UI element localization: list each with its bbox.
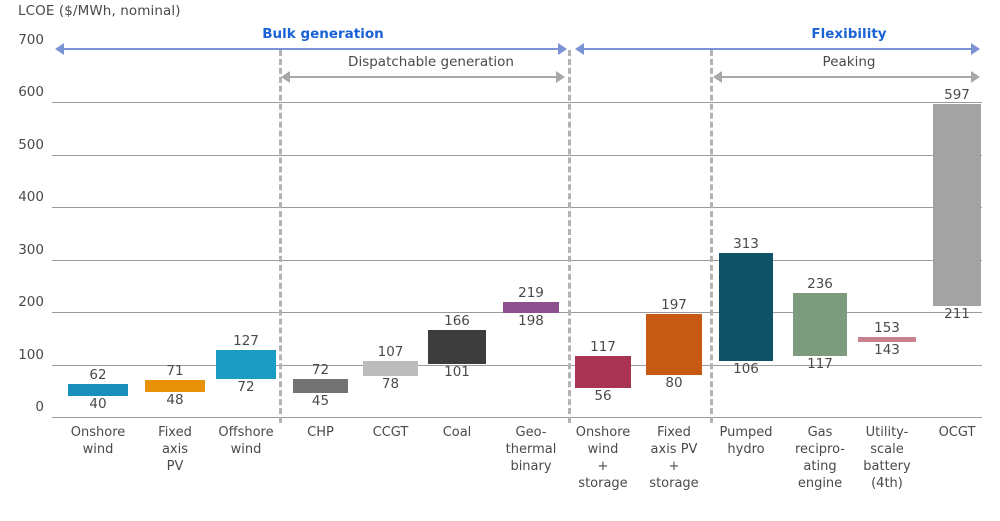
bar-geothermal-binary[interactable]: 219 198 bbox=[503, 285, 559, 329]
x-axis-label-onshore-wind: Onshore wind bbox=[70, 425, 126, 457]
x-axis-label-chp: CHP bbox=[307, 425, 334, 440]
bar-value-low: 45 bbox=[311, 393, 330, 410]
annotation-arrow-dispatchable-generation bbox=[281, 70, 565, 84]
arrow-head-right-icon bbox=[971, 43, 980, 55]
x-axis-label-geothermal-binary: Geo-thermal binary bbox=[505, 425, 557, 474]
y-axis-tick-400: 400 bbox=[18, 189, 44, 206]
y-axis-tick-300: 300 bbox=[18, 241, 44, 258]
x-axis-label-utility-scale-battery-4th: Utility-scale battery (4th) bbox=[863, 425, 911, 491]
x-axis-label-onshore-wind-storage: Onshore wind + storage bbox=[575, 425, 631, 491]
bar-value-low: 72 bbox=[237, 379, 255, 396]
arrow-head-right-icon bbox=[971, 71, 980, 83]
bar-offshore-wind[interactable]: 127 72 bbox=[216, 333, 276, 395]
annotation-arrow-peaking bbox=[713, 70, 980, 84]
x-axis-label-pumped-hydro: Pumped hydro bbox=[719, 425, 773, 457]
arrow-head-left-icon bbox=[713, 71, 722, 83]
bar-value-low: 56 bbox=[594, 387, 612, 404]
bar-value-high: 72 bbox=[311, 362, 330, 379]
bar-value-low: 211 bbox=[944, 306, 970, 323]
arrow-head-right-icon bbox=[556, 71, 565, 83]
bar-value-high: 117 bbox=[590, 338, 616, 355]
arrow-line bbox=[290, 76, 556, 78]
bar-onshore-wind-storage[interactable]: 117 56 bbox=[575, 339, 631, 404]
bar-value-low: 106 bbox=[733, 361, 759, 378]
bar-value-high: 313 bbox=[733, 235, 759, 252]
annotation-label-bulk-generation: Bulk generation bbox=[262, 26, 384, 42]
gridline-100 bbox=[52, 364, 982, 366]
y-axis-tick-200: 200 bbox=[18, 294, 44, 311]
bar-value-low: 198 bbox=[518, 313, 544, 330]
bar-value-high: 71 bbox=[166, 362, 184, 379]
y-axis-tick-600: 600 bbox=[18, 84, 44, 101]
annotation-arrow-flexibility bbox=[575, 42, 980, 56]
annotation-label-peaking: Peaking bbox=[822, 54, 876, 70]
gridline-400 bbox=[52, 207, 982, 209]
bar-value-high: 197 bbox=[661, 296, 687, 313]
bar-value-low: 40 bbox=[89, 396, 107, 413]
annotation-label-dispatchable-generation: Dispatchable generation bbox=[348, 54, 514, 70]
arrow-line bbox=[584, 48, 971, 50]
group-divider-1 bbox=[279, 50, 282, 423]
bar-value-high: 107 bbox=[377, 343, 404, 360]
bar-coal[interactable]: 166 101 bbox=[428, 313, 486, 380]
y-axis-tick-0: 0 bbox=[35, 399, 44, 415]
gridline-600 bbox=[52, 102, 982, 104]
bar-ccgt[interactable]: 107 78 bbox=[363, 344, 418, 392]
bar-value-high: 219 bbox=[518, 285, 544, 302]
bar-chp[interactable]: 72 45 bbox=[293, 362, 348, 409]
bar-value-low: 48 bbox=[166, 391, 184, 408]
y-axis-tick-100: 100 bbox=[18, 346, 44, 363]
group-divider-2 bbox=[568, 50, 571, 423]
bar-utility-scale-battery-4th[interactable]: 153 143 bbox=[858, 320, 916, 358]
x-axis-label-coal: Coal bbox=[442, 425, 472, 440]
gridline-0 bbox=[52, 417, 982, 418]
bar-value-low: 78 bbox=[381, 376, 400, 393]
bar-value-high: 153 bbox=[874, 319, 900, 336]
arrow-head-left-icon bbox=[55, 43, 64, 55]
bar-value-high: 127 bbox=[233, 333, 259, 350]
arrow-line bbox=[722, 76, 971, 78]
x-axis-label-fixed-axis-pv-storage: Fixed axis PV + storage bbox=[649, 425, 699, 491]
group-divider-3 bbox=[710, 50, 713, 423]
arrow-line bbox=[64, 48, 558, 50]
y-axis-tick-500: 500 bbox=[18, 136, 44, 153]
annotation-label-flexibility: Flexibility bbox=[811, 26, 887, 42]
x-axis-label-fixed-axis-pv: Fixed axis PV bbox=[158, 425, 192, 474]
bar-value-high: 236 bbox=[807, 276, 833, 293]
plot-area: 62 40 71 48 127 72 72 45 107 78 166 101 219 198 117 56 1… bbox=[52, 50, 982, 423]
chart-root: LCOE ($/MWh, nominal) 62 40 71 48 127 72 72 45 1… bbox=[0, 0, 1000, 521]
bar-pumped-hydro[interactable]: 313 106 bbox=[719, 236, 773, 377]
bar-value-high: 62 bbox=[89, 367, 107, 384]
gridline-300 bbox=[52, 259, 982, 261]
y-axis-tick-700: 700 bbox=[18, 32, 44, 48]
bar-value-high: 597 bbox=[944, 87, 970, 103]
gridline-500 bbox=[52, 154, 982, 156]
chart-title: LCOE ($/MWh, nominal) bbox=[18, 3, 181, 19]
bar-fixed-axis-pv[interactable]: 71 48 bbox=[145, 363, 205, 408]
bar-ocgt[interactable]: 597 211 bbox=[933, 87, 981, 322]
bar-gas-reciprocating-engine[interactable]: 236 117 bbox=[793, 276, 847, 372]
arrow-head-left-icon bbox=[281, 71, 290, 83]
x-axis-label-offshore-wind: Offshore wind bbox=[218, 425, 274, 457]
bar-fixed-axis-pv-storage[interactable]: 197 80 bbox=[646, 297, 702, 391]
bar-onshore-wind[interactable]: 62 40 bbox=[68, 367, 128, 412]
arrow-head-right-icon bbox=[558, 43, 567, 55]
bar-value-low: 117 bbox=[807, 355, 833, 372]
x-axis-label-ocgt: OCGT bbox=[938, 425, 976, 440]
bar-value-high: 166 bbox=[444, 312, 470, 329]
arrow-head-left-icon bbox=[575, 43, 584, 55]
bar-value-low: 143 bbox=[874, 342, 900, 359]
bar-value-low: 101 bbox=[444, 364, 470, 381]
bar-value-low: 80 bbox=[665, 375, 683, 392]
